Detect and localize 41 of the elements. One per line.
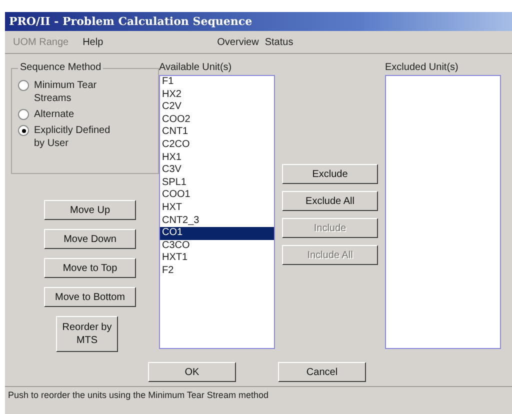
group-title: Sequence Method bbox=[18, 62, 104, 73]
list-item[interactable]: COO1 bbox=[160, 189, 274, 202]
transfer-button[interactable]: Exclude All bbox=[282, 191, 378, 211]
list-item[interactable]: HXT1 bbox=[160, 252, 274, 265]
list-item[interactable]: SPL1 bbox=[160, 176, 274, 190]
list-item[interactable]: HX1 bbox=[160, 152, 274, 164]
order-button[interactable]: Move Up bbox=[44, 200, 136, 220]
list-item[interactable]: HXT bbox=[160, 202, 274, 215]
excluded-list[interactable] bbox=[385, 75, 501, 349]
dialog-button[interactable]: OK bbox=[148, 362, 236, 382]
radio-button[interactable] bbox=[18, 125, 29, 136]
list-item[interactable]: C3V bbox=[160, 164, 274, 177]
list-item[interactable]: F1 bbox=[160, 76, 274, 89]
list-item[interactable]: COO2 bbox=[160, 114, 274, 126]
list-item[interactable]: CNT1 bbox=[160, 126, 274, 139]
radio-label: Alternate bbox=[34, 108, 76, 121]
transfer-button[interactable]: Exclude bbox=[282, 164, 378, 184]
list-item[interactable]: C3CO bbox=[160, 240, 274, 252]
radio-button[interactable] bbox=[18, 109, 29, 120]
order-button[interactable]: Reorder by MTS bbox=[56, 316, 118, 352]
list-title: Excluded Unit(s) bbox=[385, 62, 460, 74]
available-list[interactable]: F1 HX2 C2V COO2 CNT1 C2CO HX1 C3V SPL1 COO1 HXT CNT2_3 CO1 C3CO HXT1 F2 bbox=[159, 75, 275, 349]
radio-label: Minimum Tear Streams bbox=[34, 79, 98, 105]
list-item[interactable]: CNT2_3 bbox=[160, 214, 274, 228]
window-title: PRO/II - Problem Calculation Sequence bbox=[5, 12, 512, 31]
order-button[interactable]: Move to Bottom bbox=[44, 287, 136, 307]
radio-button[interactable] bbox=[18, 80, 29, 91]
dialog-button[interactable]: Cancel bbox=[278, 362, 366, 382]
list-item[interactable]: CO1 bbox=[160, 227, 274, 240]
list-item[interactable]: C2V bbox=[160, 101, 274, 114]
order-button[interactable]: Move to Top bbox=[44, 258, 136, 278]
menu-item[interactable]: Help bbox=[82, 36, 104, 48]
list-item[interactable]: HX2 bbox=[160, 88, 274, 102]
list-item[interactable]: C2CO bbox=[160, 138, 274, 152]
status-bar: Push to reorder the units using the Minimum Tear Stream method bbox=[5, 386, 512, 402]
menu-item[interactable]: Status bbox=[264, 36, 294, 48]
list-title: Available Unit(s) bbox=[159, 62, 233, 74]
menu-item[interactable]: Overview bbox=[217, 36, 259, 48]
order-button[interactable]: Move Down bbox=[44, 229, 136, 249]
radio-label: Explicitly Defined by User bbox=[34, 124, 112, 150]
list-item[interactable]: F2 bbox=[160, 264, 274, 278]
